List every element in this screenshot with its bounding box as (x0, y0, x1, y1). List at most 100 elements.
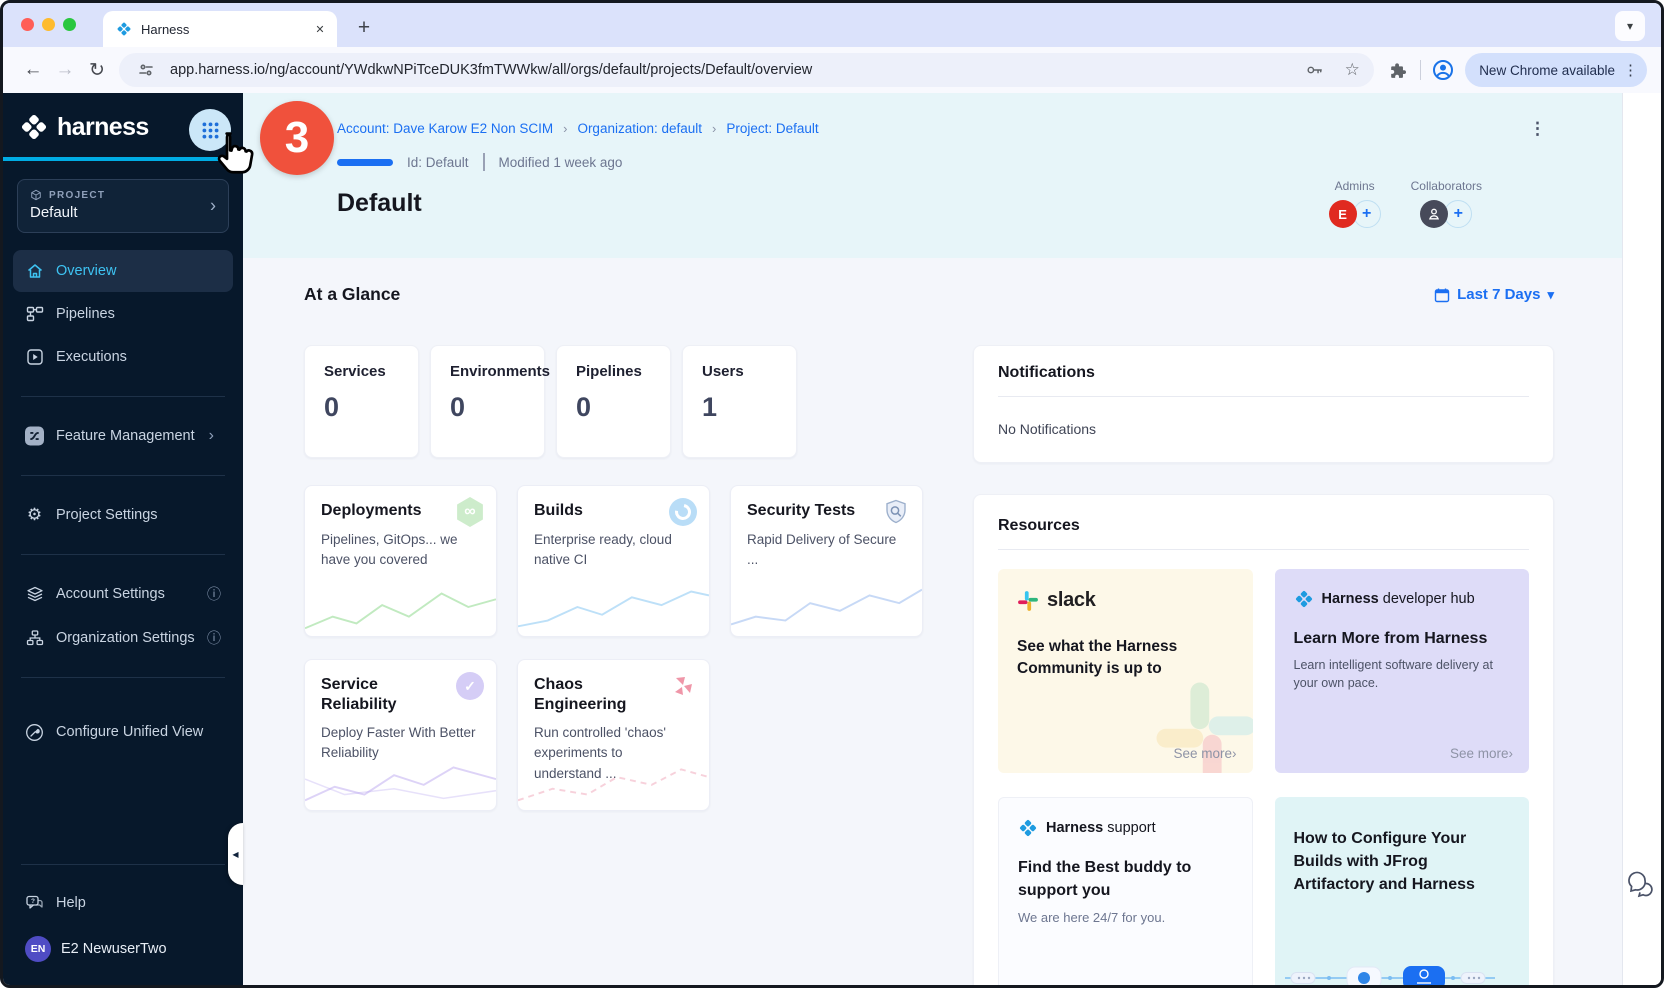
module-card-security-tests[interactable]: Security Tests Rapid Delivery of Secure … (730, 485, 923, 637)
sidebar-item-help[interactable]: ? Help (13, 882, 233, 924)
user-menu[interactable]: EN E2 NewuserTwo (3, 925, 243, 973)
brand-rest: developer hub (1383, 591, 1475, 607)
collaborator-avatar[interactable] (1420, 200, 1448, 228)
notifications-card: Notifications No Notifications (973, 345, 1554, 463)
sidebar-item-configure-unified-view[interactable]: Configure Unified View (13, 711, 233, 753)
module-card-service-reliability[interactable]: Service Reliability Deploy Faster With B… (304, 659, 497, 811)
add-collaborator-button[interactable] (1444, 200, 1472, 228)
toolbar-divider (1420, 60, 1421, 80)
sidebar-item-label: Pipelines (56, 306, 115, 322)
stat-label: Pipelines (576, 363, 670, 380)
page-menu-kebab-icon[interactable] (1529, 119, 1546, 139)
resource-card-jfrog[interactable]: How to Configure Your Builds with JFrog … (1275, 797, 1530, 985)
admin-avatar[interactable]: E (1329, 200, 1357, 228)
new-tab-button[interactable] (349, 13, 379, 43)
profile-icon[interactable] (1429, 56, 1457, 84)
sparkline-decoration (305, 752, 496, 810)
traffic-lights (21, 18, 76, 31)
breadcrumb-account-link[interactable]: Account: Dave Karow E2 Non SCIM (337, 121, 553, 136)
harness-favicon (116, 21, 132, 37)
date-range-label: Last 7 Days (1457, 286, 1540, 303)
sidebar-item-project-settings[interactable]: Project Settings (13, 494, 233, 536)
stat-label: Services (324, 363, 418, 380)
see-more-link[interactable]: See more› (1450, 746, 1513, 761)
sidebar-item-overview[interactable]: Overview (13, 250, 233, 292)
site-info-icon[interactable] (132, 56, 160, 84)
module-card-chaos-engineering[interactable]: Chaos Engineering Run controlled 'chaos'… (517, 659, 710, 811)
resource-card-slack[interactable]: slack See what the Harness Community is … (998, 569, 1253, 773)
slack-logo-icon (1017, 590, 1039, 612)
resource-card-harness-support[interactable]: Harness support Find the Best buddy to s… (998, 797, 1253, 985)
browser-tab[interactable]: Harness (103, 11, 337, 47)
add-admin-button[interactable] (1353, 200, 1381, 228)
breadcrumb-project-link[interactable]: Project: Default (726, 121, 818, 136)
project-id-text: Id: Default (407, 155, 469, 170)
breadcrumb-organization-link[interactable]: Organization: default (577, 121, 702, 136)
cube-icon (30, 189, 42, 201)
reload-button[interactable]: ↻ (81, 54, 113, 86)
resource-headline: How to Configure Your Builds with JFrog … (1294, 827, 1511, 897)
admins-group: Admins E (1329, 179, 1381, 228)
sidebar-item-account-settings[interactable]: Account Settings (13, 573, 233, 615)
passwords-key-icon[interactable] (1300, 56, 1328, 84)
brand-rest: support (1107, 820, 1155, 836)
stat-value: 1 (702, 392, 796, 423)
address-bar[interactable]: app.harness.io/ng/account/YWdkwNPiTceDUK… (119, 53, 1374, 87)
sidebar-item-pipelines[interactable]: Pipelines (13, 293, 233, 335)
zoom-window-button[interactable] (63, 18, 76, 31)
close-window-button[interactable] (21, 18, 34, 31)
extensions-icon[interactable] (1384, 56, 1412, 84)
module-switcher-button[interactable] (189, 109, 231, 151)
progress-pill (337, 159, 393, 166)
shield-scan-icon (882, 498, 910, 526)
sidebar-item-feature-management[interactable]: Feature Management (13, 415, 233, 457)
sidebar-item-label: Account Settings (56, 586, 165, 602)
harness-logo-icon (19, 112, 49, 142)
stat-card-environments[interactable]: Environments 0 (430, 345, 545, 458)
module-card-deployments[interactable]: Deployments ∞ Pipelines, GitOps... we ha… (304, 485, 497, 637)
stat-card-pipelines[interactable]: Pipelines 0 (556, 345, 671, 458)
stat-value: 0 (576, 392, 670, 423)
date-range-selector[interactable]: Last 7 Days (1434, 286, 1554, 303)
tab-overflow-chevron-icon[interactable] (1615, 11, 1645, 41)
minimize-window-button[interactable] (42, 18, 55, 31)
module-description: Pipelines, GitOps... we have you covered (321, 530, 480, 571)
info-icon[interactable] (207, 628, 221, 648)
sidebar-item-organization-settings[interactable]: Organization Settings (13, 617, 233, 659)
project-selector[interactable]: PROJECT Default (17, 179, 229, 233)
sidebar-collapse-handle[interactable] (228, 823, 243, 885)
gear-icon (25, 506, 44, 525)
chrome-menu-kebab-icon[interactable] (1623, 61, 1638, 79)
back-button[interactable]: ← (17, 54, 49, 86)
notifications-empty-text: No Notifications (998, 421, 1529, 437)
page-header: Account: Dave Karow E2 Non SCIM Organiza… (243, 93, 1622, 258)
executions-icon (25, 348, 44, 367)
resource-card-developer-hub[interactable]: Harness developer hub Learn More from Ha… (1275, 569, 1530, 773)
browser-toolbar: ← → ↻ app.harness.io/ng/account/YWdkwNPi… (3, 47, 1661, 93)
chevron-separator-icon (712, 121, 716, 136)
sidebar-accent-bar (3, 157, 243, 161)
see-more-link[interactable]: See more› (1173, 746, 1236, 761)
sidebar-item-executions[interactable]: Executions (13, 336, 233, 378)
chaos-pinwheel-icon (670, 673, 696, 699)
sidebar-divider (21, 396, 225, 397)
user-avatar: EN (25, 936, 51, 962)
module-card-builds[interactable]: Builds Enterprise ready, cloud native CI (517, 485, 710, 637)
stat-cards: Services 0 Environments 0 Pipelines 0 (304, 345, 926, 458)
forward-button[interactable]: → (49, 54, 81, 86)
stat-card-users[interactable]: Users 1 (682, 345, 797, 458)
chat-support-button[interactable] (1627, 871, 1657, 899)
sidebar-item-label: Feature Management (56, 428, 195, 444)
info-icon[interactable] (207, 584, 221, 604)
tab-close-icon[interactable] (311, 20, 329, 38)
layers-icon (25, 585, 44, 604)
project-id-row: Id: Default Modified 1 week ago (337, 153, 1482, 171)
stat-card-services[interactable]: Services 0 (304, 345, 419, 458)
sidebar-item-label: Executions (56, 349, 127, 365)
person-icon (1427, 207, 1441, 221)
browser-window: Harness ← → ↻ app.harness.io/ng/account/… (0, 0, 1664, 988)
bookmark-star-icon[interactable] (1338, 56, 1366, 84)
sidebar-divider (21, 554, 225, 555)
collaborators-group: Collaborators (1411, 179, 1482, 228)
update-chrome-button[interactable]: New Chrome available (1465, 53, 1647, 87)
